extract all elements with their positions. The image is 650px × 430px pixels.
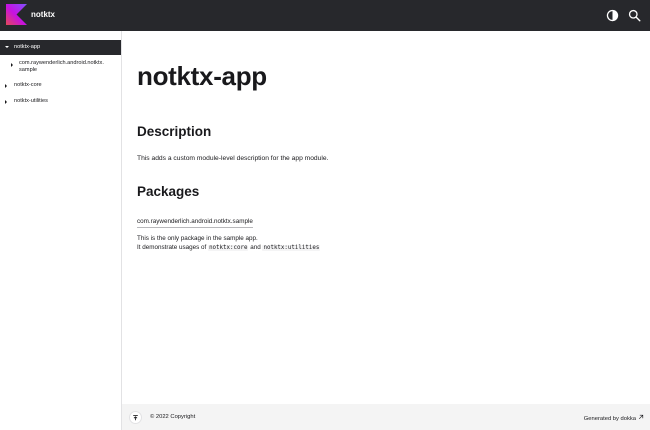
sidebar-item-notktx-app[interactable]: notktx-app [0,40,121,55]
module-description: This adds a custom module-level descript… [137,155,329,162]
code-notktx-utilities: notktx:utilities [262,245,321,251]
conjunction-text: and [248,244,263,251]
scroll-top-button[interactable] [129,411,142,424]
sidebar-item-notktx-utilities[interactable]: notktx-utilities [0,97,121,106]
sidebar-item-package-sample[interactable]: com.raywenderlich.android.notktx. sample [0,59,121,75]
footer: © 2022 Copyright Generated by dokka [122,404,650,430]
kotlin-logo-icon[interactable] [6,4,27,25]
external-link-icon[interactable] [638,414,644,420]
chevron-right-icon[interactable] [5,83,7,88]
search-icon[interactable] [628,9,641,22]
main-content: notktx-app Description This adds a custo… [122,31,650,404]
sidebar-item-label: notktx-utilities [14,98,48,104]
generated-by-prefix: Generated by [583,416,621,422]
page-title: notktx-app [137,61,267,91]
scroll-top-icon [133,415,138,421]
sidebar-item-label-line2: sample [19,67,38,73]
sidebar-item-label-line1: com.raywenderlich.android.notktx. [19,60,104,66]
copyright-text: © 2022 Copyright [150,414,196,420]
project-name[interactable]: notktx [31,10,55,20]
sidebar-navigation: notktx-app com.raywenderlich.android.not… [0,31,122,430]
chevron-right-icon[interactable] [11,63,13,67]
sidebar-item-label: notktx-app [14,44,41,50]
sidebar-item-notktx-core[interactable]: notktx-core [0,81,121,90]
package-link[interactable]: com.raywenderlich.android.notktx.sample [137,218,253,228]
package-description-line1: This is the only package in the sample a… [137,235,258,242]
packages-heading: Packages [137,184,200,199]
generated-by-text: Generated by dokka [584,414,644,423]
dokka-link[interactable]: dokka [621,416,636,422]
chevron-right-icon[interactable] [5,99,7,104]
chevron-down-icon[interactable] [5,46,9,48]
theme-toggle-icon[interactable] [606,9,619,22]
top-navigation-bar: notktx [0,0,650,31]
sidebar-item-label: notktx-core [14,82,42,88]
package-description-prefix: It demonstrate usages of [137,244,209,251]
code-notktx-core: notktx:core [208,245,249,251]
package-description-line2: It demonstrate usages of notktx:core and… [137,243,321,253]
description-heading: Description [137,124,212,139]
